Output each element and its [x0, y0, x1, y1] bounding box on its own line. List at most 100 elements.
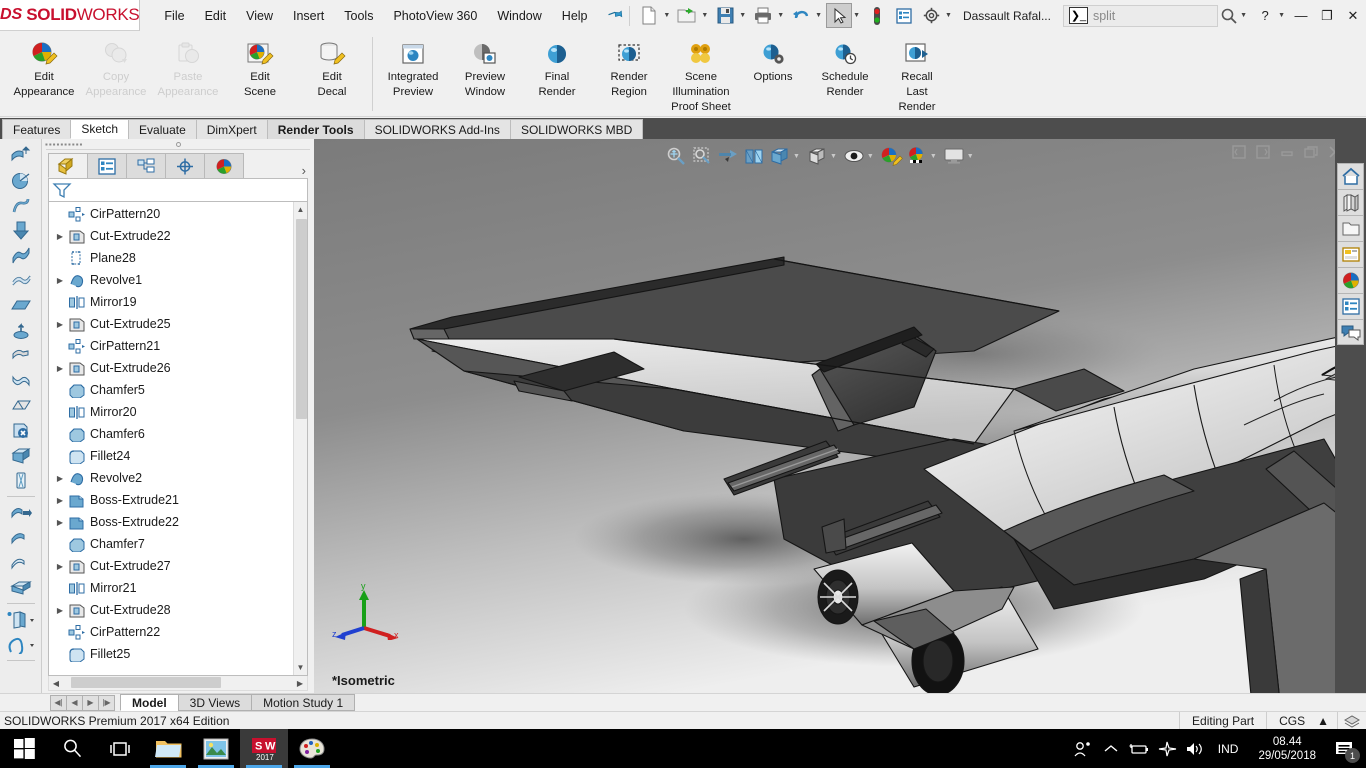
table-row[interactable]: Mirror19	[49, 291, 293, 313]
restore-down-doc-icon[interactable]	[1302, 143, 1320, 161]
view-settings-caret[interactable]: ▼	[967, 153, 974, 160]
task-pane-design-library[interactable]	[1337, 189, 1364, 215]
feature-tree-vertical-scrollbar[interactable]: ▲ ▼	[293, 202, 307, 675]
swept-boss-base-icon[interactable]	[6, 193, 36, 218]
reference-geometry-icon[interactable]	[6, 607, 36, 632]
panel-grip[interactable]: ▪▪▪▪▪▪▪▪▪▪	[42, 139, 314, 149]
tray-network-icon[interactable]	[1154, 729, 1180, 768]
action-center-button[interactable]: 1	[1328, 729, 1362, 768]
open-document-caret[interactable]: ▼	[701, 12, 711, 19]
taskbar-paint[interactable]	[288, 729, 336, 768]
chevron-down-icon[interactable]: ▼	[293, 660, 307, 675]
tray-people-icon[interactable]	[1070, 729, 1096, 768]
table-row[interactable]: ▶ Revolve1	[49, 269, 293, 291]
horizontal-scroll-thumb[interactable]	[71, 677, 221, 688]
menu-photoview-360[interactable]: PhotoView 360	[383, 5, 487, 27]
expander[interactable]: ▶	[53, 562, 67, 571]
task-pane-solidworks-resources[interactable]	[1337, 163, 1364, 189]
dimxpert-manager-tab[interactable]	[165, 153, 205, 178]
paste-appearance-button[interactable]: Paste Appearance	[152, 35, 224, 111]
extruded-boss-base-icon[interactable]	[6, 143, 36, 168]
tab-solidworks-add-ins[interactable]: SOLIDWORKS Add-Ins	[363, 119, 511, 139]
delete-face-icon[interactable]	[6, 418, 36, 443]
configuration-manager-tab[interactable]	[126, 153, 166, 178]
section-view-icon[interactable]	[741, 143, 767, 169]
expander[interactable]: ▶	[53, 518, 67, 527]
tab-sketch[interactable]: Sketch	[70, 119, 130, 139]
copy-appearance-button[interactable]: Copy Appearance	[80, 35, 152, 111]
taskbar-photos[interactable]	[192, 729, 240, 768]
rib-icon[interactable]	[6, 468, 36, 493]
help-caret[interactable]: ▼	[1278, 12, 1288, 19]
chevron-right-icon[interactable]: ▶	[293, 679, 307, 688]
vertical-scroll-thumb[interactable]	[296, 219, 307, 419]
bottom-tab-3d-views[interactable]: 3D Views	[177, 694, 253, 711]
tray-volume-icon[interactable]	[1182, 729, 1208, 768]
table-row[interactable]: ▶ Cut-Extrude28	[49, 599, 293, 621]
hide-show-items-icon[interactable]	[841, 143, 867, 169]
extruded-cut-icon[interactable]	[6, 218, 36, 243]
feature-tree-list[interactable]: CirPattern20 ▶ Cut-Extrude22 Plane28 ▶ R…	[48, 202, 308, 676]
edit-decal-button[interactable]: Edit Decal	[296, 35, 368, 111]
open-document-button[interactable]	[674, 3, 700, 28]
final-render-button[interactable]: Final Render	[521, 35, 593, 111]
menu-window[interactable]: Window	[487, 5, 551, 27]
help-button[interactable]: ?	[1252, 2, 1278, 30]
close-icon[interactable]: ✕	[1340, 2, 1366, 30]
hide-show-items-caret[interactable]: ▼	[867, 153, 874, 160]
table-row[interactable]: ▶ Cut-Extrude26	[49, 357, 293, 379]
task-pane-solidworks-forum[interactable]	[1337, 319, 1364, 345]
restore-doc-left-icon[interactable]	[1230, 143, 1248, 161]
magnifier-icon[interactable]	[1218, 3, 1241, 28]
edit-scene-button[interactable]: Edit Scene	[224, 35, 296, 111]
graphics-viewport[interactable]: ▼ ▼ ▼ ▼ ▼ y x z *Isometric	[314, 139, 1366, 693]
view-orientation-icon[interactable]	[767, 143, 793, 169]
table-row[interactable]: ▶ Cut-Extrude22	[49, 225, 293, 247]
table-row[interactable]: ▶ Cut-Extrude25	[49, 313, 293, 335]
planar-surface-icon[interactable]	[6, 575, 36, 600]
menu-help[interactable]: Help	[552, 5, 598, 27]
pin-icon[interactable]	[604, 4, 626, 26]
apply-scene-caret[interactable]: ▼	[930, 153, 937, 160]
extruded-surface-icon[interactable]	[6, 500, 36, 525]
menu-file[interactable]: File	[154, 5, 194, 27]
revolved-cut-icon[interactable]	[6, 318, 36, 343]
feature-tree-horizontal-scrollbar[interactable]: ◀ ▶	[48, 676, 308, 691]
overlay-layers-icon[interactable]	[1337, 712, 1366, 729]
save-caret[interactable]: ▼	[739, 12, 749, 19]
table-row[interactable]: Fillet24	[49, 445, 293, 467]
table-row[interactable]: ▶ Cut-Extrude27	[49, 555, 293, 577]
reference-plane-icon[interactable]	[6, 293, 36, 318]
caret-up-icon[interactable]: ▲	[1317, 712, 1337, 729]
curves-icon[interactable]	[6, 632, 36, 657]
bottom-tab-motion-study-1[interactable]: Motion Study 1	[251, 694, 356, 711]
print-button[interactable]	[750, 3, 776, 28]
view-orientation-caret[interactable]: ▼	[793, 153, 800, 160]
expander[interactable]: ▶	[53, 606, 67, 615]
table-row[interactable]: Chamfer7	[49, 533, 293, 555]
first-tab-button[interactable]: ◀|	[50, 694, 67, 711]
zoom-to-fit-icon[interactable]	[663, 143, 689, 169]
task-pane-custom-properties[interactable]	[1337, 293, 1364, 319]
scene-illumination-proof-sheet-button[interactable]: Scene Illumination Proof Sheet	[665, 35, 737, 113]
display-manager-tab[interactable]	[204, 153, 244, 178]
feature-manager-design-tree-tab[interactable]	[48, 153, 88, 178]
solidworks-logo[interactable]: DS SOLIDWORKS	[0, 0, 141, 31]
search-caret[interactable]: ▼	[1240, 12, 1250, 19]
display-style-icon[interactable]	[804, 143, 830, 169]
preview-window-button[interactable]: Preview Window	[449, 35, 521, 111]
menu-edit[interactable]: Edit	[195, 5, 237, 27]
lofted-boss-base-icon[interactable]	[6, 243, 36, 268]
expander[interactable]: ▶	[53, 474, 67, 483]
feature-tree-filter[interactable]	[48, 178, 308, 202]
taskbar-clock[interactable]: 08.44 29/05/2018	[1248, 735, 1326, 763]
shell-icon[interactable]	[6, 443, 36, 468]
start-button[interactable]	[0, 729, 48, 768]
tab-solidworks-mbd[interactable]: SOLIDWORKS MBD	[509, 119, 644, 139]
taskbar-file-explorer[interactable]	[144, 729, 192, 768]
expander[interactable]: ▶	[53, 232, 67, 241]
chevron-up-icon[interactable]: ▲	[293, 202, 307, 217]
table-row[interactable]: ▶ Boss-Extrude22	[49, 511, 293, 533]
menu-tools[interactable]: Tools	[334, 5, 383, 27]
new-document-caret[interactable]: ▼	[663, 12, 673, 19]
